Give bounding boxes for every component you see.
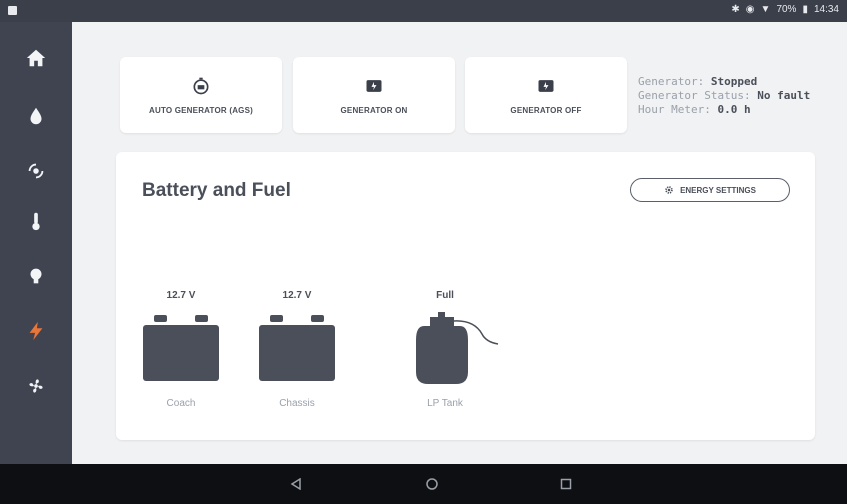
lp-tank-label-wrap: LP Tank (410, 398, 480, 409)
generator-icon (538, 79, 554, 92)
sidebar-item-lights[interactable] (22, 262, 50, 290)
generator-on-button[interactable]: GENERATOR ON (293, 57, 455, 133)
sidebar-item-home[interactable] (22, 44, 50, 72)
status-bar: ✱ ◉ ▼ 70% ▮ 14:34 (0, 0, 847, 22)
home-button[interactable] (422, 474, 442, 494)
lp-tank: Full (410, 290, 480, 301)
gear-icon (665, 186, 673, 194)
generator-info: Generator: Stopped Generator Status: No … (638, 75, 810, 117)
generator-fault-key: Generator Status: (638, 89, 751, 102)
location-icon: ◉ (745, 4, 755, 15)
system-nav-bar (0, 464, 847, 504)
generator-on-label: GENERATOR ON (340, 105, 408, 115)
wifi-icon: ▼ (760, 4, 771, 15)
sidebar-item-water[interactable] (22, 102, 50, 130)
generator-icon (366, 79, 382, 92)
hour-meter-value: 0.0 h (717, 103, 751, 116)
sidebar (0, 22, 72, 464)
chassis-battery: 12.7 V (258, 290, 336, 301)
thermometer-icon (32, 212, 40, 231)
sidebar-item-climate[interactable] (22, 157, 50, 185)
card-title: Battery and Fuel (142, 180, 291, 201)
water-drop-icon (30, 107, 42, 125)
generator-fault-value: No fault (757, 89, 811, 102)
main-content: AUTO GENERATOR (AGS) GENERATOR ON GENERA… (72, 22, 847, 464)
generator-fault-row: Generator Status: No fault (638, 89, 810, 103)
auto-generator-button[interactable]: AUTO GENERATOR (AGS) (120, 57, 282, 133)
coach-battery: 12.7 V (142, 290, 220, 301)
lightning-icon (29, 321, 43, 341)
recents-icon (560, 478, 572, 490)
notification-icon (8, 6, 17, 15)
battery-icon: ▮ (802, 4, 808, 15)
climate-icon (28, 163, 44, 179)
home-icon (26, 49, 46, 67)
sidebar-item-fan[interactable] (22, 372, 50, 400)
generator-state-key: Generator: (638, 75, 705, 88)
back-button[interactable] (286, 474, 306, 494)
chassis-label: Chassis (279, 398, 315, 409)
coach-voltage: 12.7 V (166, 290, 196, 301)
hour-meter-row: Hour Meter: 0.0 h (638, 103, 810, 117)
fan-icon (29, 379, 43, 393)
battery-level: 70% (776, 4, 797, 15)
timer-generator-icon (193, 77, 209, 94)
lp-tank-level: Full (436, 290, 454, 301)
lightbulb-icon (30, 268, 42, 284)
recents-button[interactable] (556, 474, 576, 494)
lp-tank-label: LP Tank (427, 398, 463, 409)
energy-settings-label: ENERGY SETTINGS (680, 185, 756, 195)
coach-label-wrap: Coach (142, 398, 220, 409)
bluetooth-icon: ✱ (731, 4, 740, 15)
sidebar-item-power[interactable] (22, 317, 50, 345)
coach-label: Coach (166, 398, 196, 409)
hour-meter-key: Hour Meter: (638, 103, 711, 116)
auto-generator-label: AUTO GENERATOR (AGS) (148, 105, 253, 115)
battery-fuel-card: Battery and Fuel ENERGY SETTINGS 12.7 V … (116, 152, 815, 440)
propane-tank-icon (416, 312, 499, 384)
battery-icon (259, 315, 335, 381)
clock: 14:34 (813, 4, 839, 15)
energy-settings-button[interactable]: ENERGY SETTINGS (630, 178, 790, 202)
back-icon (290, 478, 301, 490)
battery-icon (143, 315, 219, 381)
generator-off-button[interactable]: GENERATOR OFF (465, 57, 627, 133)
chassis-label-wrap: Chassis (258, 398, 336, 409)
sidebar-item-temperature[interactable] (22, 207, 50, 235)
generator-state-row: Generator: Stopped (638, 75, 810, 89)
chassis-voltage: 12.7 V (282, 290, 312, 301)
generator-off-label: GENERATOR OFF (510, 105, 582, 115)
generator-state-value: Stopped (710, 75, 758, 88)
home-circle-icon (426, 478, 438, 490)
